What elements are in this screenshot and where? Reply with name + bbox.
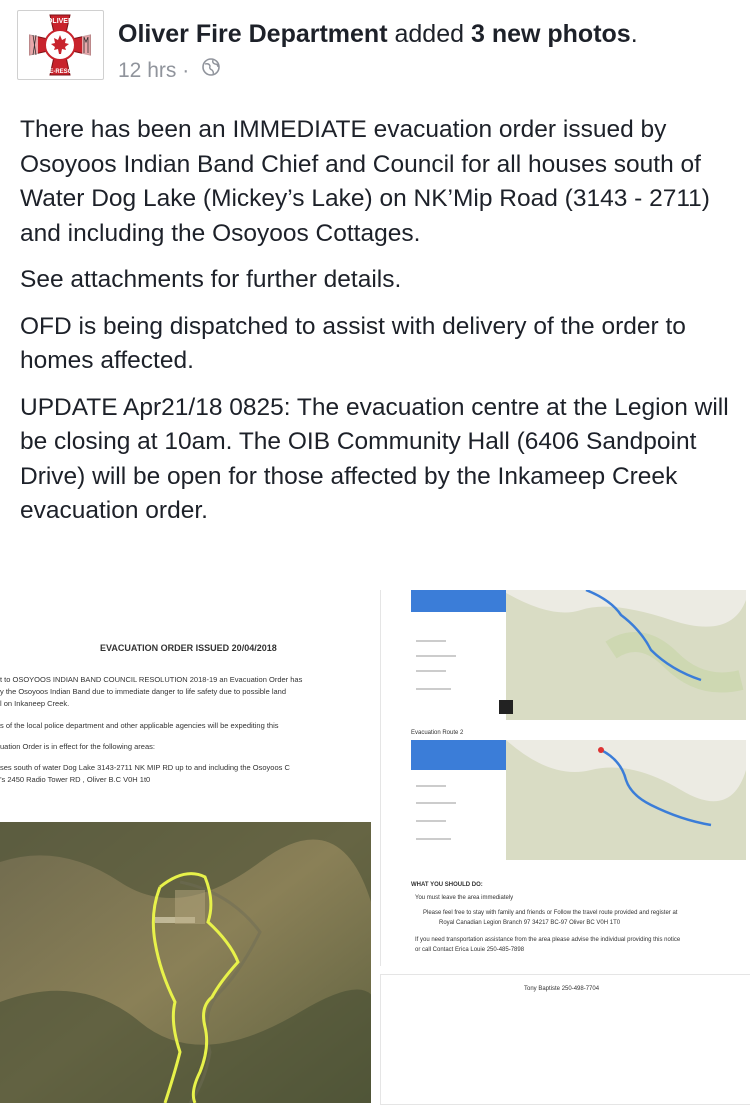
post-title: Oliver Fire Department added 3 new photo… [118,20,638,48]
instructions-title: WHAT YOU SHOULD DO: [411,882,483,888]
document-line: l on Inkaneep Creek. [0,699,70,708]
photo-evacuation-order[interactable]: EVACUATION ORDER ISSUED 20/04/2018 t to … [0,590,371,1103]
document-line: y the Osoyoos Indian Band due to immedia… [0,687,287,696]
document-line: ’s 2450 Radio Tower RD , Oliver B.C V0H … [0,775,151,784]
contact-line: Tony Baptiste 250-498-7704 [524,986,600,992]
instruction-item: or call Contact Erica Louie 250-485-7898 [415,947,525,953]
post-paragraph: There has been an IMMEDIATE evacuation o… [20,116,710,247]
logo-bottom-text: FIRE-RESCUE [40,69,81,75]
photo-count-link[interactable]: 3 new photos [471,20,631,48]
photo-grid: EVACUATION ORDER ISSUED 20/04/2018 t to … [0,590,750,1105]
route-label: Evacuation Route 2 [411,730,464,736]
instruction-item: Royal Canadian Legion Branch 97 34217 BC… [439,920,621,926]
aerial-map-image [0,822,371,1103]
globe-icon [201,57,221,85]
document-line: ses south of water Dog Lake 3143-2711 NK… [0,763,290,772]
instruction-item: Please feel free to stay with family and… [423,910,678,916]
post-meta: 12 hrs · [118,57,221,85]
post-action: added [394,20,465,48]
document-line: s of the local police department and oth… [0,721,279,730]
instruction-item: You must leave the area immediately [415,895,514,901]
post-paragraph: UPDATE Apr21/18 0825: The evacuation cen… [20,393,729,525]
author-name[interactable]: Oliver Fire Department [118,20,388,48]
photo-evacuation-routes[interactable]: Evacuation Route 2 WHAT YOU SHOULD DO: Y… [380,590,750,966]
post-body: There has been an IMMEDIATE evacuation o… [20,113,735,541]
route-map-2 [411,740,746,860]
logo-top-text: OLIVER [47,18,73,25]
document-line: uation Order is in effect for the follow… [0,742,155,751]
post-paragraph: OFD is being dispatched to assist with d… [20,312,686,375]
instruction-item: If you need transportation assistance fr… [415,937,681,943]
post-header: OLIVER FIRE-RESCUE Oliver Fire Departmen… [0,0,750,100]
photo-contact-info[interactable]: Tony Baptiste 250-498-7704 [380,974,750,1105]
page-avatar[interactable]: OLIVER FIRE-RESCUE [17,10,104,80]
fire-department-logo-icon: OLIVER FIRE-RESCUE [29,14,91,76]
document-line: t to OSOYOOS INDIAN BAND COUNCIL RESOLUT… [0,675,303,684]
document-title: EVACUATION ORDER ISSUED 20/04/2018 [100,643,277,653]
post-paragraph: See attachments for further details. [20,266,402,293]
route-map-1 [411,590,746,720]
post-timestamp[interactable]: 12 hrs [118,59,176,82]
